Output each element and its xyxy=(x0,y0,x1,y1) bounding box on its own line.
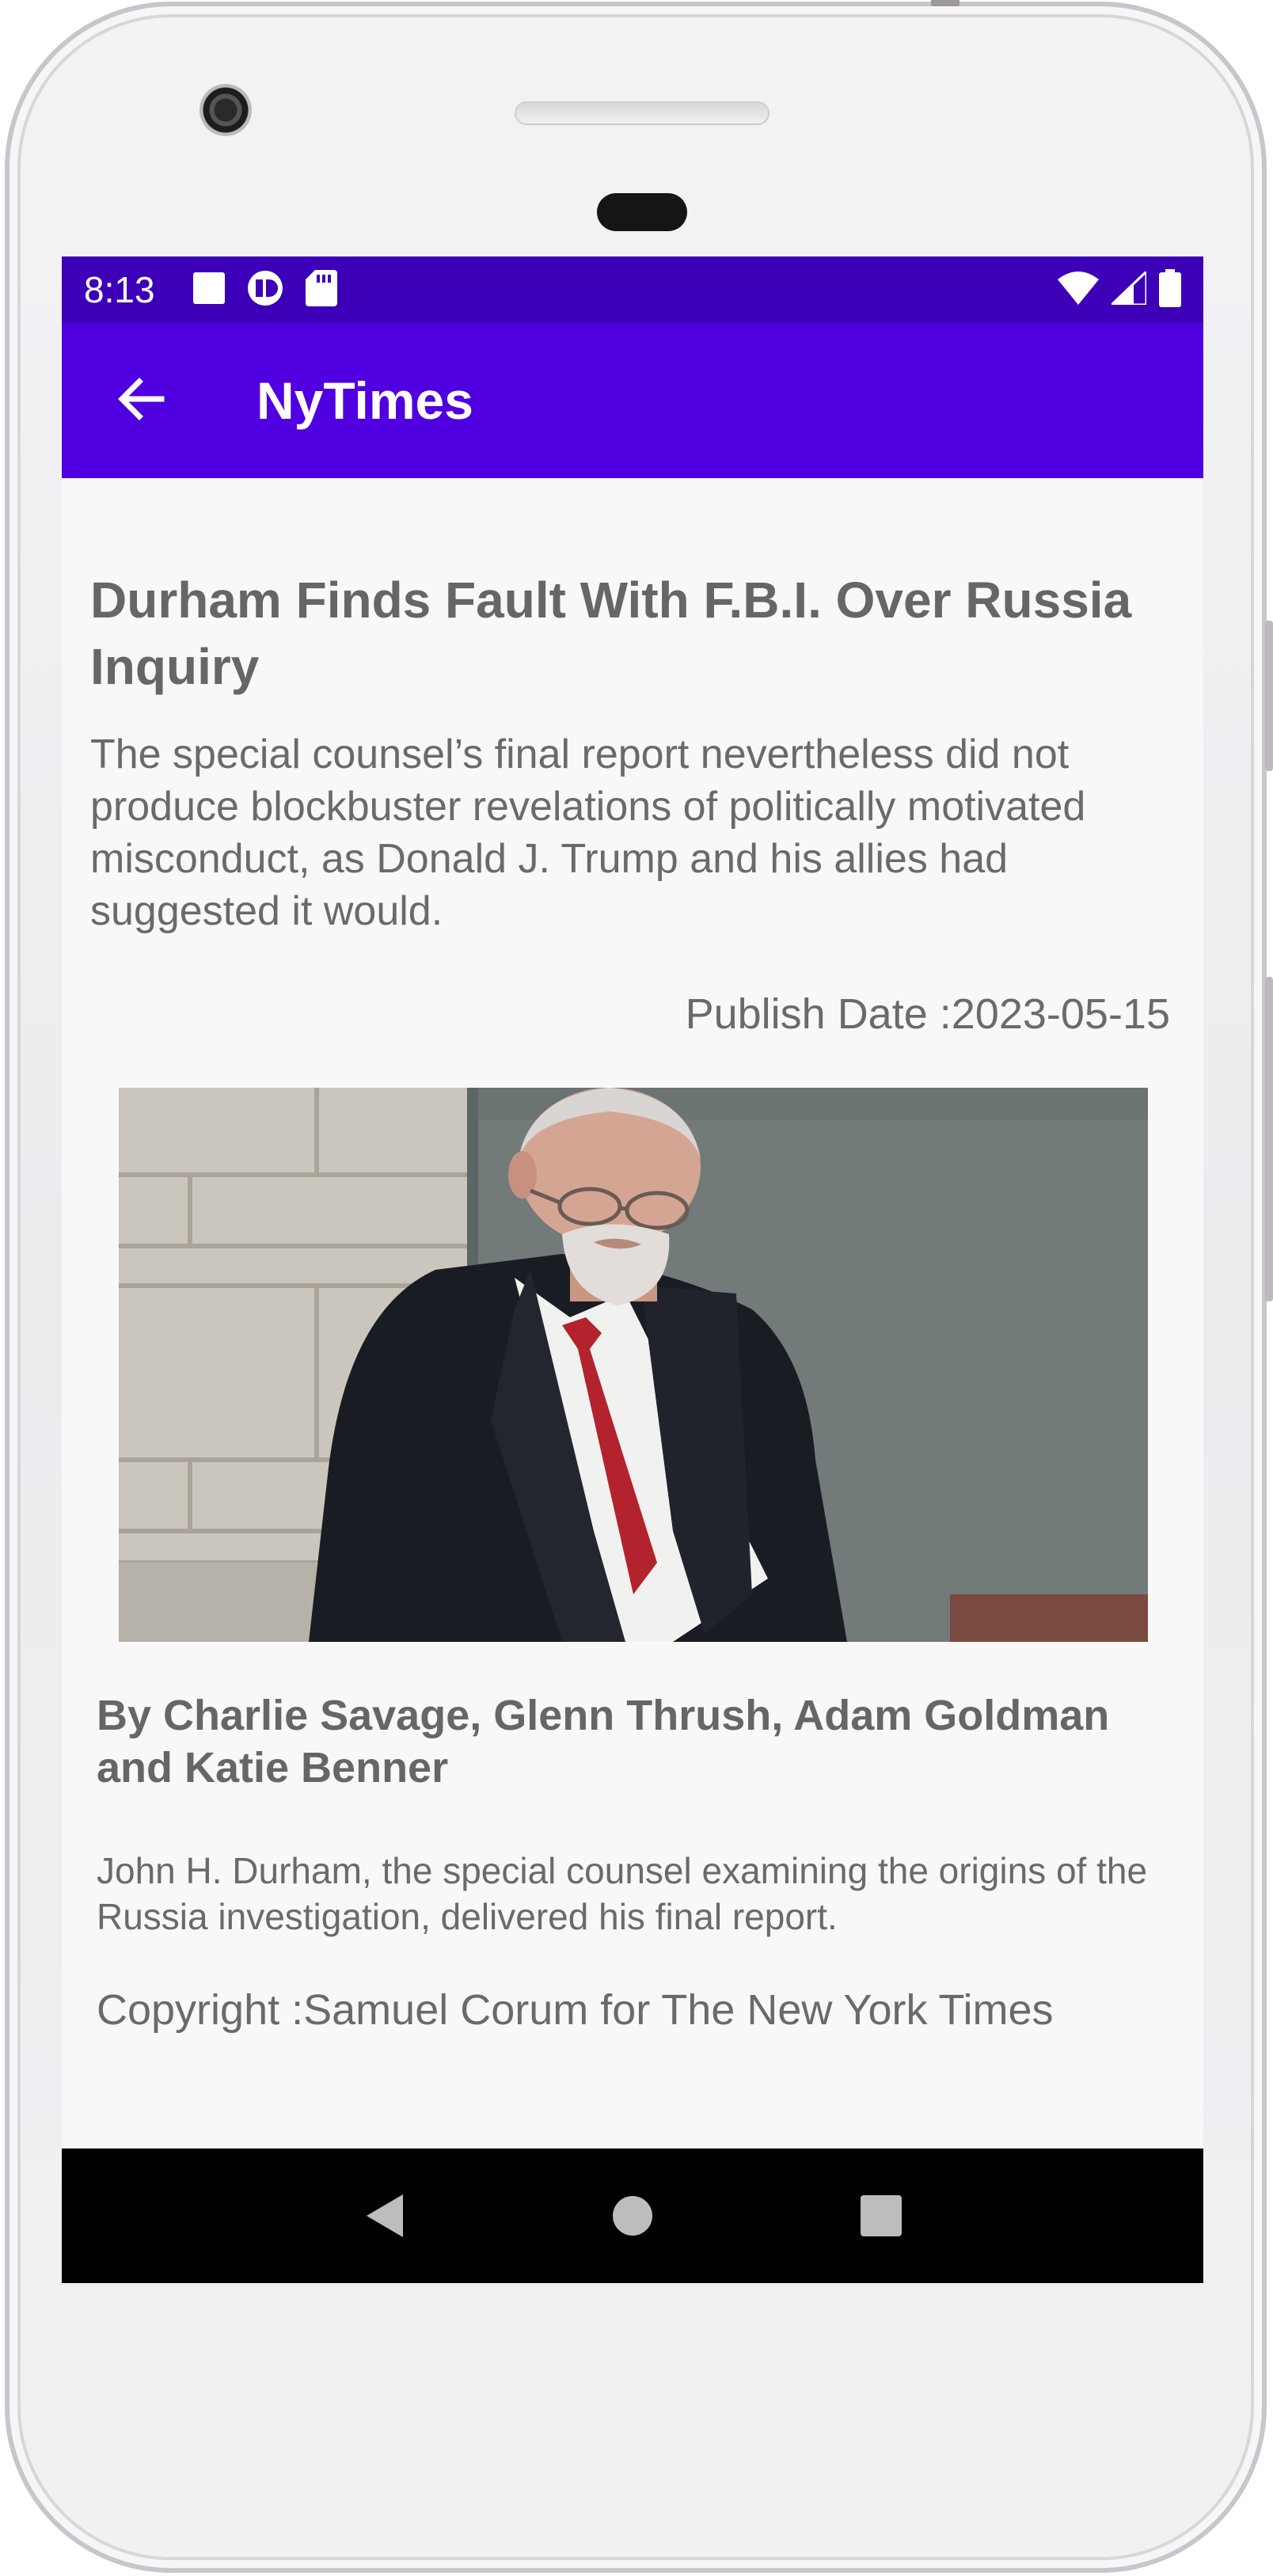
copyright-label: Copyright : xyxy=(97,1986,304,2034)
nav-home-button[interactable] xyxy=(593,2176,672,2255)
nav-recents-button[interactable] xyxy=(842,2176,921,2255)
back-button[interactable] xyxy=(62,323,220,478)
article-byline: By Charlie Savage, Glenn Thrush, Adam Go… xyxy=(97,1692,1110,1791)
arrow-left-icon xyxy=(117,375,165,427)
proximity-sensor xyxy=(597,193,687,231)
screen: 8:13 NyTimes Durham Finds Fault With F.B… xyxy=(62,256,1203,2283)
app-bar: NyTimes xyxy=(62,323,1203,478)
publish-date-value: 2023-05-15 xyxy=(951,990,1170,1038)
publish-date-label: Publish Date : xyxy=(685,990,952,1038)
front-camera xyxy=(200,84,252,136)
system-nav-bar xyxy=(62,2149,1203,2283)
home-circle-icon xyxy=(613,2196,652,2236)
photo-copyright: Copyright :Samuel Corum for The New York… xyxy=(97,1985,1054,2035)
app-notification-icon xyxy=(247,270,283,310)
earpiece-speaker xyxy=(515,101,770,125)
stop-square-icon xyxy=(192,272,225,308)
article-photo xyxy=(119,1088,1148,1642)
publish-date: Publish Date :2023-05-15 xyxy=(686,990,1170,1039)
cellular-signal-icon xyxy=(1108,268,1148,309)
article-abstract: The special counsel’s final report never… xyxy=(90,731,1086,934)
status-time: 8:13 xyxy=(84,269,155,310)
wifi-icon xyxy=(1058,271,1099,309)
top-button xyxy=(931,0,960,6)
volume-button xyxy=(1265,621,1273,771)
status-bar: 8:13 xyxy=(62,256,1203,323)
power-button xyxy=(1265,977,1273,1301)
back-triangle-icon xyxy=(367,2194,403,2237)
status-notification-icons xyxy=(192,269,337,310)
recents-square-icon xyxy=(861,2195,902,2236)
article-content[interactable]: Durham Finds Fault With F.B.I. Over Russ… xyxy=(62,478,1203,2147)
status-system-icons xyxy=(1058,268,1181,311)
nav-back-button[interactable] xyxy=(344,2176,424,2255)
app-title: NyTimes xyxy=(256,371,473,430)
copyright-value: Samuel Corum for The New York Times xyxy=(303,1986,1054,2034)
photo-caption: John H. Durham, the special counsel exam… xyxy=(97,1850,1148,1937)
article-headline: Durham Finds Fault With F.B.I. Over Russ… xyxy=(90,572,1132,695)
sd-card-icon xyxy=(305,269,337,310)
battery-icon xyxy=(1159,268,1181,311)
